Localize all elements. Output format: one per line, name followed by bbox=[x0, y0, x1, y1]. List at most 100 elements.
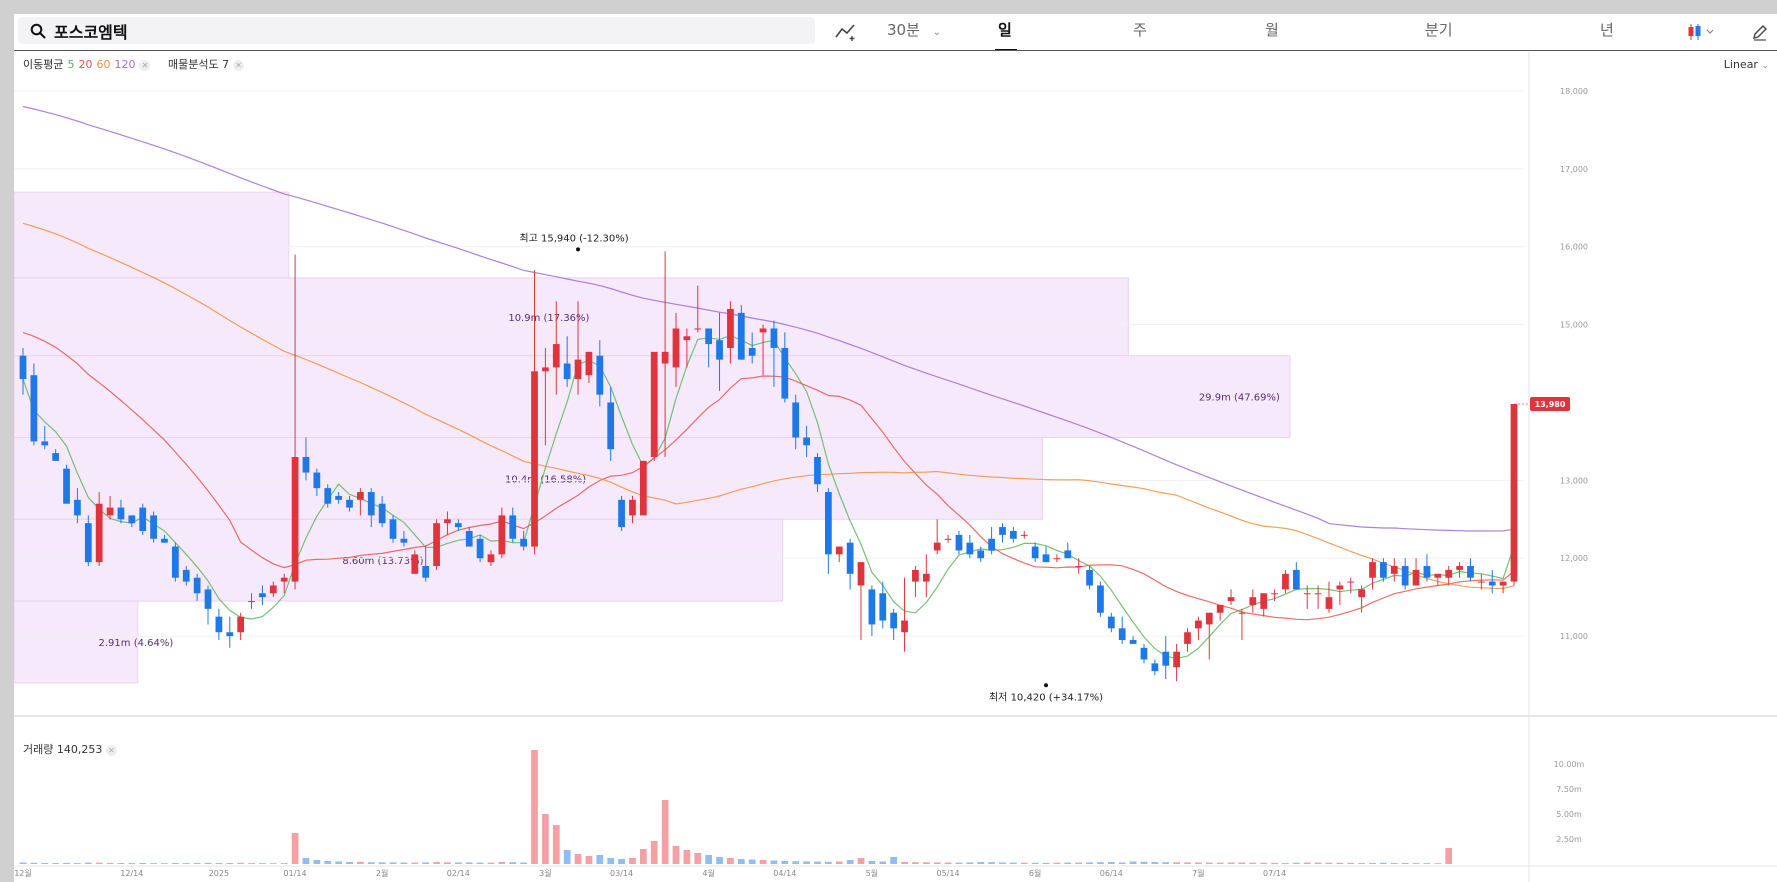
volume-bar bbox=[411, 862, 419, 864]
candle-body bbox=[139, 507, 147, 531]
volume-bar bbox=[1053, 862, 1061, 864]
x-tick-label: 3월 bbox=[539, 868, 551, 878]
candle-body bbox=[378, 503, 386, 524]
candle-body bbox=[1412, 569, 1420, 586]
candle-body bbox=[607, 402, 615, 450]
candle-body bbox=[454, 523, 462, 528]
candle-body bbox=[672, 328, 680, 368]
candle-body bbox=[1292, 569, 1300, 590]
candle-body bbox=[944, 538, 952, 540]
volume-bar bbox=[84, 862, 92, 864]
volume-bar bbox=[639, 849, 647, 864]
candle-body bbox=[193, 577, 201, 594]
candle-body bbox=[705, 328, 713, 345]
candle-body bbox=[770, 328, 778, 348]
volume-bar bbox=[857, 858, 865, 864]
candle-body bbox=[781, 347, 789, 399]
candle-body bbox=[1488, 581, 1496, 586]
volume-bar bbox=[139, 863, 147, 864]
candle-body bbox=[629, 499, 636, 516]
candle-body bbox=[1369, 562, 1376, 578]
volume-bar bbox=[74, 863, 81, 864]
candle-body bbox=[1238, 612, 1246, 614]
volume-tick-label: 10.00m bbox=[1554, 760, 1585, 769]
candle-body bbox=[683, 336, 691, 341]
volume-bar bbox=[716, 857, 723, 864]
volume-bar bbox=[792, 861, 800, 864]
candle-body bbox=[1205, 612, 1213, 625]
volume-bar bbox=[563, 850, 571, 864]
volume-bar bbox=[1347, 862, 1355, 864]
candle-body bbox=[498, 515, 506, 555]
volume-bar bbox=[661, 800, 669, 864]
volume-bar bbox=[922, 862, 930, 864]
candle-body bbox=[422, 566, 430, 578]
x-tick-label: 5월 bbox=[866, 868, 878, 878]
candle-body bbox=[585, 351, 593, 376]
candle-body bbox=[1423, 566, 1431, 578]
candle-body bbox=[1195, 620, 1202, 629]
volume-bar bbox=[868, 861, 876, 864]
volume-bar bbox=[367, 862, 375, 864]
volume-bar bbox=[824, 861, 832, 864]
volume-bar bbox=[1303, 862, 1311, 864]
x-tick-label: 2월 bbox=[376, 868, 388, 878]
volume-bar bbox=[226, 863, 234, 864]
candle-body bbox=[531, 371, 538, 547]
price-chart[interactable]: 10.9m (17.36%)29.9m (47.69%)10.4m (16.58… bbox=[14, 14, 1777, 882]
volume-bar bbox=[901, 862, 908, 864]
volume-bar bbox=[193, 863, 201, 864]
x-tick-label: 01/14 bbox=[284, 869, 307, 878]
volume-bar bbox=[1292, 862, 1300, 864]
candle-body bbox=[912, 569, 919, 582]
candle-body bbox=[650, 351, 658, 457]
volume-bar bbox=[977, 862, 985, 864]
candle-body bbox=[748, 347, 756, 356]
x-tick-label: 06/14 bbox=[1100, 869, 1123, 878]
volume-bar bbox=[378, 862, 386, 864]
volume-bar bbox=[759, 860, 767, 864]
volume-bar bbox=[542, 814, 549, 864]
candle-body bbox=[1064, 550, 1072, 559]
volume-bar bbox=[683, 850, 691, 864]
close-volume-icon[interactable]: ✕ bbox=[105, 744, 117, 756]
candle-body bbox=[574, 359, 582, 380]
candle-body bbox=[1107, 616, 1115, 629]
candle-body bbox=[1380, 562, 1387, 578]
volume-bar bbox=[748, 859, 756, 864]
volume-bar bbox=[1064, 862, 1072, 864]
volume-bar bbox=[890, 857, 898, 864]
volume-bar bbox=[465, 862, 473, 864]
volume-bar bbox=[1009, 862, 1017, 864]
candle-body bbox=[106, 507, 114, 516]
candle-body bbox=[759, 328, 767, 333]
volume-bar bbox=[161, 863, 168, 864]
volume-bar bbox=[955, 862, 963, 864]
volume-bar bbox=[1325, 862, 1333, 864]
x-tick-label: 6월 bbox=[1029, 868, 1041, 878]
candle-body bbox=[835, 546, 843, 555]
volume-bar bbox=[1412, 863, 1420, 864]
candle-body bbox=[291, 456, 299, 582]
candle-body bbox=[792, 402, 800, 438]
candle-body bbox=[95, 503, 103, 563]
volume-bar bbox=[999, 862, 1006, 864]
x-tick-label: 05/14 bbox=[937, 869, 960, 878]
volume-bar bbox=[269, 863, 277, 864]
x-tick-label: 12/14 bbox=[120, 869, 143, 878]
volume-tick-label: 2.50m bbox=[1556, 835, 1582, 844]
low-marker bbox=[1044, 683, 1049, 688]
volume-bar bbox=[552, 825, 560, 864]
volume-bar bbox=[509, 862, 517, 864]
volume-bar bbox=[1260, 862, 1268, 864]
volume-bar bbox=[237, 862, 245, 864]
candle-body bbox=[977, 550, 985, 559]
volume-bar bbox=[846, 860, 854, 864]
candle-body bbox=[1390, 566, 1398, 574]
candle-body bbox=[182, 569, 190, 582]
candle-body bbox=[824, 492, 832, 555]
volume-bar bbox=[1151, 862, 1159, 864]
high-marker bbox=[576, 247, 581, 252]
volume-bar bbox=[988, 862, 995, 864]
volume-bar bbox=[171, 863, 179, 864]
